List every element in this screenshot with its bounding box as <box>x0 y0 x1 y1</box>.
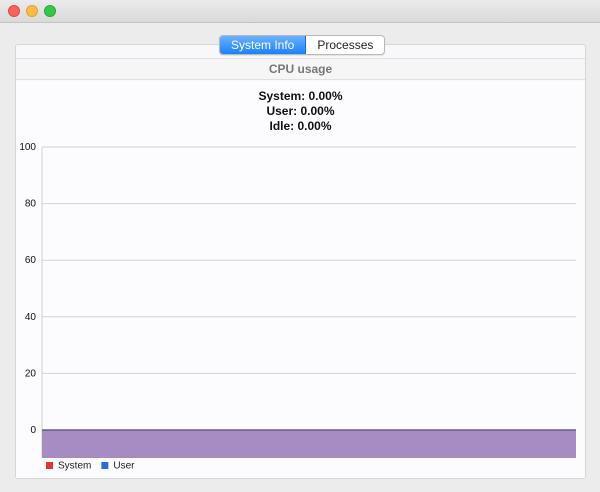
cpu-usage-content: System: 0.00% User: 0.00% Idle: 0.00% 02… <box>16 81 585 478</box>
legend-label-user: User <box>113 461 135 472</box>
y-tick-label-0: 0 <box>30 425 36 436</box>
legend-swatch-user <box>101 462 109 469</box>
tab-bar: System Info Processes <box>219 35 386 55</box>
window-titlebar <box>0 0 600 23</box>
y-tick-label-40: 40 <box>25 312 37 323</box>
legend-label-system: System <box>58 461 91 472</box>
series-area-user <box>42 430 576 458</box>
y-tick-label-100: 100 <box>19 142 36 153</box>
tab-system-info[interactable]: System Info <box>220 36 307 54</box>
y-tick-label-80: 80 <box>25 199 37 210</box>
close-window-button[interactable] <box>8 5 20 17</box>
minimize-window-button[interactable] <box>26 5 38 17</box>
tab-processes[interactable]: Processes <box>306 36 384 54</box>
y-tick-label-60: 60 <box>25 255 37 266</box>
section-title: CPU usage <box>16 58 585 80</box>
cpu-usage-chart: 0 20 40 60 80 100 System User <box>19 142 576 472</box>
maximize-window-button[interactable] <box>44 5 56 17</box>
legend-swatch-system <box>46 462 53 469</box>
y-tick-label-20: 20 <box>25 368 37 379</box>
